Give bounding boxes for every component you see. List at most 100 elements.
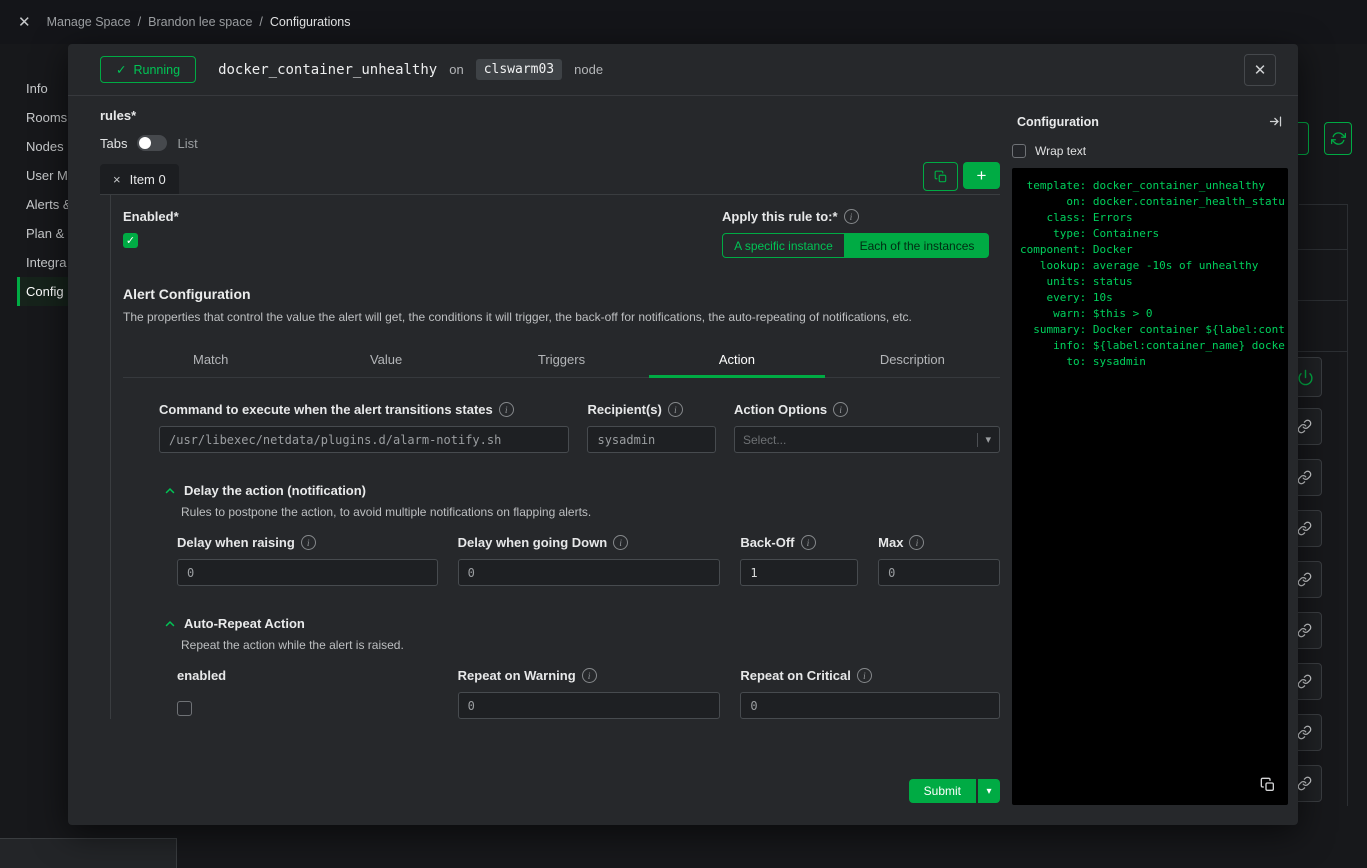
status-badge-label: Running xyxy=(133,63,180,77)
enabled-apply-row: Enabled* ✓ Apply this rule to:* i A spec… xyxy=(123,209,1000,258)
toggle-knob xyxy=(139,137,151,149)
tab-description[interactable]: Description xyxy=(825,344,1000,378)
delay-section-header[interactable]: Delay the action (notification) xyxy=(164,483,1000,498)
remove-item-icon[interactable]: × xyxy=(113,172,121,187)
delay-raising-input[interactable] xyxy=(177,559,438,586)
submit-button[interactable]: Submit xyxy=(909,779,976,803)
apply-each-instance-button[interactable]: Each of the instances xyxy=(845,233,989,258)
alert-name: docker_container_unhealthy xyxy=(218,62,437,78)
close-icon[interactable]: ✕ xyxy=(18,13,31,31)
copy-code-button[interactable] xyxy=(1260,777,1276,793)
code-line: info: ${label:container_name} docke xyxy=(1020,338,1280,354)
topbar: ✕ Manage Space / Brandon lee space / Con… xyxy=(0,0,1367,44)
duplicate-item-button[interactable] xyxy=(923,162,958,191)
alert-config-tabs: Match Value Triggers Action Description xyxy=(123,344,1000,378)
copy-icon xyxy=(934,170,948,184)
apply-rule-label-text: Apply this rule to:* xyxy=(722,209,838,224)
tab-triggers[interactable]: Triggers xyxy=(474,344,649,378)
tab-action[interactable]: Action xyxy=(649,344,824,378)
info-icon[interactable]: i xyxy=(582,668,597,683)
wrap-text-row: Wrap text xyxy=(1012,144,1288,158)
code-line: lookup: average -10s of unhealthy xyxy=(1020,258,1280,274)
rule-item-content: Enabled* ✓ Apply this rule to:* i A spec… xyxy=(110,195,1000,719)
background-row-divider xyxy=(1290,249,1348,250)
command-label: Command to execute when the alert transi… xyxy=(159,402,569,417)
breadcrumb-manage-space[interactable]: Manage Space xyxy=(47,15,131,29)
alert-configuration-modal: ✓ Running docker_container_unhealthy on … xyxy=(68,44,1298,825)
backoff-label-text: Back-Off xyxy=(740,535,794,550)
breadcrumb-space-name[interactable]: Brandon lee space xyxy=(148,15,252,29)
max-input[interactable] xyxy=(878,559,1000,586)
info-icon[interactable]: i xyxy=(857,668,872,683)
tab-match[interactable]: Match xyxy=(123,344,298,378)
modal-close-button[interactable]: ✕ xyxy=(1244,54,1276,86)
info-icon[interactable]: i xyxy=(801,535,816,550)
sidebar-item-plan-billing[interactable]: Plan & xyxy=(17,219,68,248)
info-icon[interactable]: i xyxy=(909,535,924,550)
breadcrumb-configurations: Configurations xyxy=(270,15,351,29)
delay-down-input[interactable] xyxy=(458,559,721,586)
sidebar-items: Info Rooms Nodes User M Alerts & Plan & … xyxy=(17,74,68,306)
enabled-checkbox[interactable]: ✓ xyxy=(123,233,138,248)
action-main-row: Command to execute when the alert transi… xyxy=(159,402,1000,453)
info-icon[interactable]: i xyxy=(668,402,683,417)
command-input[interactable] xyxy=(159,426,569,453)
view-mode-toggle[interactable] xyxy=(137,135,167,151)
command-field: Command to execute when the alert transi… xyxy=(159,402,569,453)
sidebar-item-nodes[interactable]: Nodes xyxy=(17,132,68,161)
action-options-field: Action Options i Select... ▾ xyxy=(734,402,1000,453)
max-label-text: Max xyxy=(878,535,903,550)
breadcrumb-separator: / xyxy=(259,15,262,29)
info-icon[interactable]: i xyxy=(499,402,514,417)
sidebar-item-alerts[interactable]: Alerts & xyxy=(17,190,68,219)
alert-configuration-description: The properties that control the value th… xyxy=(123,310,1000,324)
sidebar-item-rooms[interactable]: Rooms xyxy=(17,103,68,132)
wrap-text-checkbox[interactable] xyxy=(1012,144,1026,158)
rule-item-tab[interactable]: × Item 0 xyxy=(100,164,179,194)
repeat-critical-label: Repeat on Critical i xyxy=(740,668,1000,683)
breadcrumb-separator: / xyxy=(138,15,141,29)
repeat-enabled-checkbox[interactable] xyxy=(177,701,192,716)
submit-options-button[interactable]: ▾ xyxy=(978,779,1000,803)
configuration-panel-header: Configuration xyxy=(1012,114,1288,129)
action-options-select[interactable]: Select... ▾ xyxy=(734,426,1000,453)
background-table-border xyxy=(1347,205,1348,806)
info-icon[interactable]: i xyxy=(613,535,628,550)
code-line: component: Docker xyxy=(1020,242,1280,258)
add-item-button[interactable]: + xyxy=(963,162,1000,189)
repeat-warning-field: Repeat on Warning i xyxy=(458,668,721,719)
collapse-panel-button[interactable] xyxy=(1268,114,1283,129)
code-line: units: status xyxy=(1020,274,1280,290)
apply-rule-block: Apply this rule to:* i A specific instan… xyxy=(722,209,989,258)
sidebar-item-user-management[interactable]: User M xyxy=(17,161,68,190)
link-icon xyxy=(1297,623,1312,638)
refresh-button[interactable] xyxy=(1324,122,1352,155)
info-icon[interactable]: i xyxy=(301,535,316,550)
repeat-warning-label: Repeat on Warning i xyxy=(458,668,721,683)
delay-down-label: Delay when going Down i xyxy=(458,535,721,550)
sidebar-item-configurations[interactable]: Config xyxy=(17,277,68,306)
code-line: summary: Docker container ${label:cont xyxy=(1020,322,1280,338)
info-icon[interactable]: i xyxy=(844,209,859,224)
recipients-input[interactable] xyxy=(587,426,716,453)
background-row-divider xyxy=(1290,351,1348,352)
max-field: Max i xyxy=(878,535,1000,586)
status-badge[interactable]: ✓ Running xyxy=(100,56,196,83)
backoff-input[interactable] xyxy=(740,559,858,586)
sidebar-item-info[interactable]: Info xyxy=(17,74,68,103)
info-icon[interactable]: i xyxy=(833,402,848,417)
repeat-critical-field: Repeat on Critical i xyxy=(740,668,1000,719)
select-placeholder: Select... xyxy=(743,433,970,447)
link-icon xyxy=(1297,776,1312,791)
on-text: on xyxy=(449,62,463,77)
tab-value[interactable]: Value xyxy=(298,344,473,378)
background-divider xyxy=(1299,204,1348,205)
apply-specific-instance-button[interactable]: A specific instance xyxy=(722,233,845,258)
modal-header: ✓ Running docker_container_unhealthy on … xyxy=(68,44,1298,96)
repeat-warning-input[interactable] xyxy=(458,692,721,719)
sidebar-item-integrations[interactable]: Integra xyxy=(17,248,68,277)
auto-repeat-header[interactable]: Auto-Repeat Action xyxy=(164,616,1000,631)
repeat-critical-input[interactable] xyxy=(740,692,1000,719)
refresh-icon xyxy=(1331,131,1346,146)
configuration-code-viewer[interactable]: template: docker_container_unhealthy on:… xyxy=(1012,168,1288,805)
